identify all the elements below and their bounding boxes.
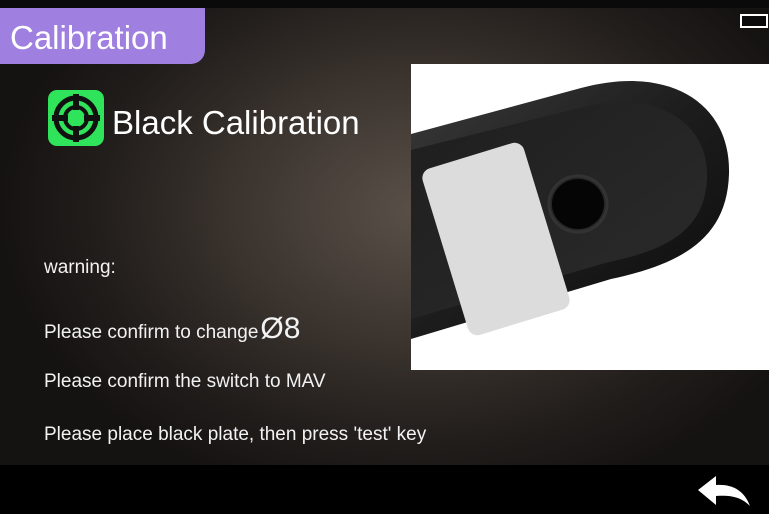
calibration-screen: Calibration Black Calibration warning: P… bbox=[0, 0, 769, 514]
switch-mav-line: Please confirm the switch to MAV bbox=[44, 371, 326, 392]
aperture-value: Ø8 bbox=[260, 312, 301, 345]
back-button[interactable] bbox=[694, 472, 754, 510]
bottom-bar bbox=[0, 465, 769, 514]
change-aperture-line: Please confirm to changeØ8 bbox=[44, 312, 300, 346]
back-arrow-icon bbox=[698, 476, 750, 506]
section-heading: Black Calibration bbox=[112, 104, 360, 141]
calibration-plate-graphic bbox=[411, 81, 730, 339]
top-edge bbox=[0, 0, 769, 8]
warning-label: warning: bbox=[44, 257, 116, 278]
black-calibration-plate-photo bbox=[411, 64, 769, 370]
calibration-target-icon bbox=[48, 90, 104, 146]
change-aperture-text: Please confirm to change bbox=[44, 322, 259, 343]
battery-icon bbox=[740, 14, 768, 28]
calibration-target-icon-graphic bbox=[52, 94, 100, 142]
page-title-tab: Calibration bbox=[0, 8, 205, 64]
place-plate-instruction: Please place black plate, then press 'te… bbox=[44, 424, 427, 445]
